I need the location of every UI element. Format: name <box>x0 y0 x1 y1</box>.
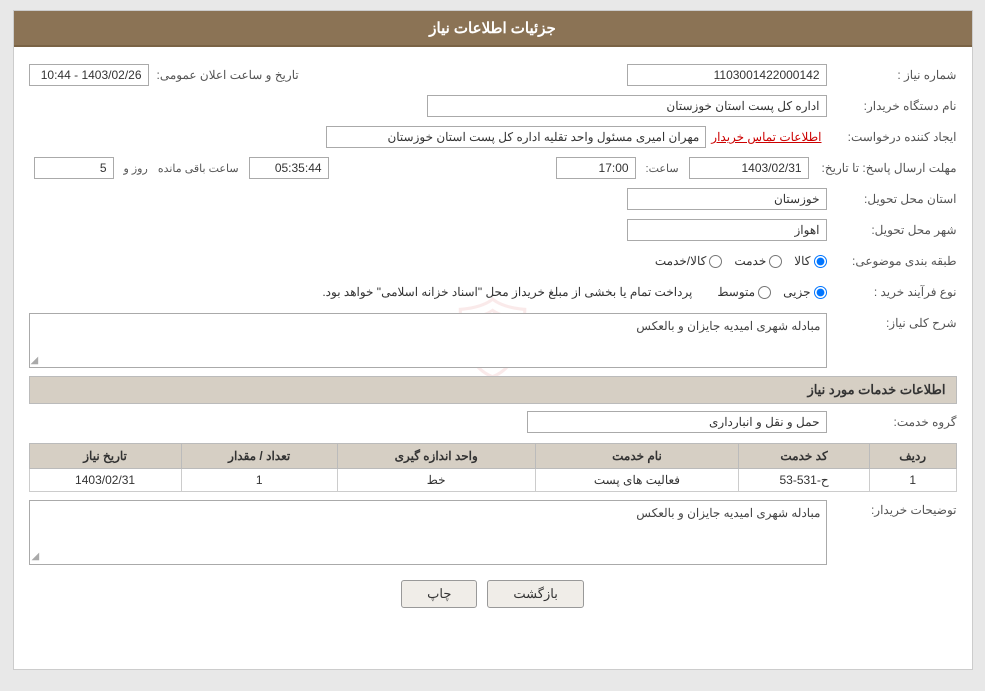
deadline-date: 1403/02/31 <box>689 157 809 179</box>
deadline-label: مهلت ارسال پاسخ: تا تاریخ: <box>814 161 957 175</box>
process-option-mottavas[interactable]: متوسط <box>717 285 771 299</box>
announce-datetime-label: تاریخ و ساعت اعلان عمومی: <box>149 68 299 82</box>
process-radio-group: متوسط جزیی <box>717 285 826 299</box>
province-row: استان محل تحویل: خوزستان <box>29 186 957 212</box>
page-title: جزئیات اطلاعات نیاز <box>429 20 556 37</box>
process-label: نوع فرآیند خرید : <box>827 285 957 299</box>
need-number-row: شماره نیاز : 1103001422000142 تاریخ و سا… <box>29 62 957 88</box>
buyer-desc-label: توضیحات خریدار: <box>827 500 957 517</box>
process-note: پرداخت تمام یا بخشی از مبلغ خریداز محل "… <box>322 285 692 299</box>
buyer-name-value: اداره کل پست استان خوزستان <box>427 95 827 117</box>
form-content: شماره نیاز : 1103001422000142 تاریخ و سا… <box>29 62 957 608</box>
deadline-days-label: روز و <box>124 162 148 175</box>
buyer-desc-resize: ◢ <box>32 551 40 562</box>
buttons-row: بازگشت چاپ <box>29 580 957 608</box>
province-label: استان محل تحویل: <box>827 192 957 206</box>
category-option-kala[interactable]: کالا <box>794 254 826 268</box>
category-option-khadamat[interactable]: خدمت <box>734 254 782 268</box>
service-group-label: گروه خدمت: <box>827 415 957 429</box>
services-section-title: اطلاعات خدمات مورد نیاز <box>29 376 957 404</box>
col-row: ردیف <box>869 444 956 469</box>
deadline-remaining: 05:35:44 <box>249 157 329 179</box>
content-area: 🛡 شماره نیاز : 1103001422000142 تاریخ و … <box>14 47 972 628</box>
city-value: اهواز <box>627 219 827 241</box>
services-table: ردیف کد خدمت نام خدمت واحد اندازه گیری ت… <box>29 443 957 492</box>
buyer-desc-row: توضیحات خریدار: مبادله شهری امیدیه جایزا… <box>29 500 957 565</box>
cell-name: فعالیت های پست <box>535 469 739 492</box>
category-radio-group: کالا/خدمت خدمت کالا <box>655 254 827 268</box>
cell-row: 1 <box>869 469 956 492</box>
need-desc-label: شرح کلی نیاز: <box>827 313 957 330</box>
need-desc-value: مبادله شهری امیدیه جایزان و بالعکس <box>29 313 827 368</box>
need-desc-row: شرح کلی نیاز: مبادله شهری امیدیه جایزان … <box>29 313 957 368</box>
service-group-value: حمل و نقل و انبارداری <box>527 411 827 433</box>
announce-datetime-value: 1403/02/26 - 10:44 <box>29 64 149 86</box>
creator-name: مهران امیری مسئول واحد تقلیه اداره کل پس… <box>326 126 706 148</box>
buyer-name-row: نام دستگاه خریدار: اداره کل پست استان خو… <box>29 93 957 119</box>
buyer-desc-content: مبادله شهری امیدیه جایزان و بالعکس ◢ <box>29 500 827 565</box>
deadline-days: 5 <box>34 157 114 179</box>
deadline-time: 17:00 <box>556 157 636 179</box>
cell-code: ح-531-53 <box>739 469 870 492</box>
page-header: جزئیات اطلاعات نیاز <box>14 11 972 47</box>
table-row: 1 ح-531-53 فعالیت های پست خط 1 1403/02/3… <box>29 469 956 492</box>
deadline-remaining-label: ساعت باقی مانده <box>158 162 239 175</box>
cell-quantity: 1 <box>181 469 337 492</box>
creator-contact-link[interactable]: اطلاعات تماس خریدار <box>711 130 821 144</box>
print-button[interactable]: چاپ <box>401 580 477 608</box>
back-button[interactable]: بازگشت <box>487 580 583 608</box>
deadline-row: مهلت ارسال پاسخ: تا تاریخ: 1403/02/31 سا… <box>29 155 957 181</box>
buyer-desc-text: مبادله شهری امیدیه جایزان و بالعکس <box>35 506 821 520</box>
need-number-label: شماره نیاز : <box>827 68 957 82</box>
creator-label: ایجاد کننده درخواست: <box>827 130 957 144</box>
buyer-name-label: نام دستگاه خریدار: <box>827 99 957 113</box>
deadline-time-label: ساعت: <box>646 162 679 175</box>
col-quantity: تعداد / مقدار <box>181 444 337 469</box>
col-code: کد خدمت <box>739 444 870 469</box>
process-row: نوع فرآیند خرید : متوسط جزیی پرداخت تمام… <box>29 279 957 305</box>
services-table-section: ردیف کد خدمت نام خدمت واحد اندازه گیری ت… <box>29 443 957 492</box>
province-value: خوزستان <box>627 188 827 210</box>
col-unit: واحد اندازه گیری <box>337 444 535 469</box>
category-row: طبقه بندی موضوعی: کالا/خدمت خدمت کالا <box>29 248 957 274</box>
category-label: طبقه بندی موضوعی: <box>827 254 957 268</box>
col-date: تاریخ نیاز <box>29 444 181 469</box>
city-row: شهر محل تحویل: اهواز <box>29 217 957 243</box>
main-container: جزئیات اطلاعات نیاز 🛡 شماره نیاز : 11030… <box>13 10 973 670</box>
city-label: شهر محل تحویل: <box>827 223 957 237</box>
process-option-jozi[interactable]: جزیی <box>783 285 826 299</box>
category-option-kala-khadamat[interactable]: کالا/خدمت <box>655 254 722 268</box>
resize-handle: ◢ <box>31 355 39 366</box>
col-name: نام خدمت <box>535 444 739 469</box>
cell-unit: خط <box>337 469 535 492</box>
creator-row: ایجاد کننده درخواست: اطلاعات تماس خریدار… <box>29 124 957 150</box>
cell-date: 1403/02/31 <box>29 469 181 492</box>
need-number-value: 1103001422000142 <box>627 64 827 86</box>
service-group-row: گروه خدمت: حمل و نقل و انبارداری <box>29 409 957 435</box>
